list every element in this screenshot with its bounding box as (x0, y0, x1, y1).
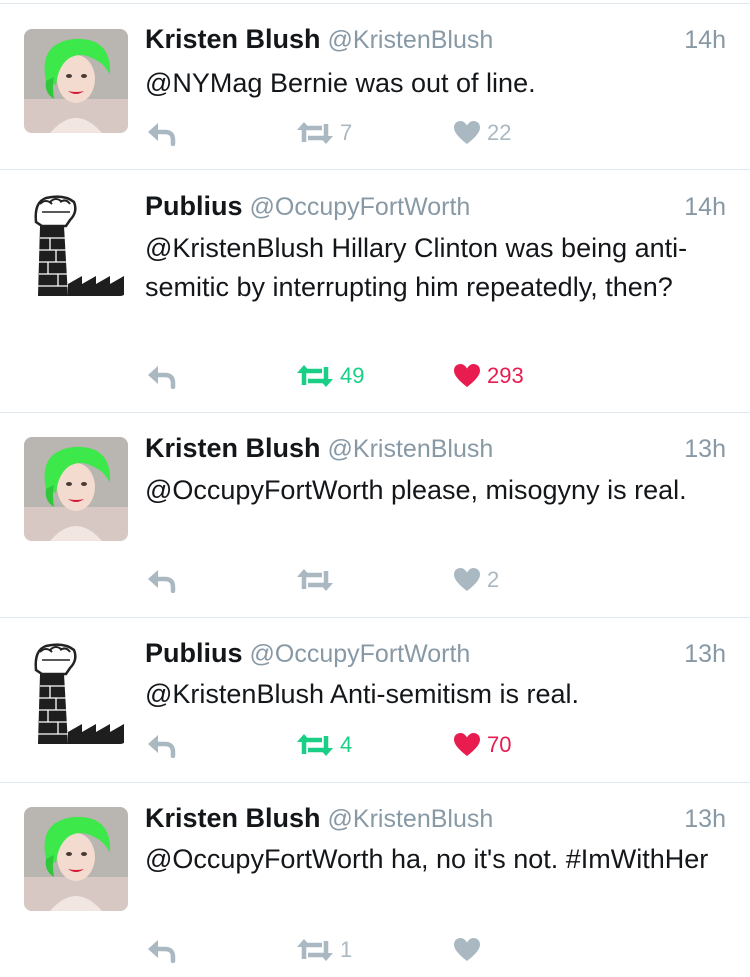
heart-icon (454, 364, 480, 387)
heart-icon (454, 938, 480, 961)
tweet-text: @KristenBlush Hillary Clinton was being … (145, 233, 688, 302)
tweet-actions: 2 (145, 565, 705, 595)
display-name[interactable]: Publius (145, 638, 243, 668)
retweet-icon (297, 939, 333, 961)
heart-icon (454, 121, 480, 144)
tweet-actions: 49 293 (145, 361, 705, 391)
tweet[interactable]: Kristen Blush @KristenBlush 14h @NYMag Be… (0, 4, 750, 170)
heart-icon (454, 568, 480, 591)
display-name[interactable]: Kristen Blush (145, 803, 321, 833)
retweet-button[interactable]: 7 (296, 118, 352, 148)
retweet-button[interactable]: 4 (296, 730, 352, 760)
timestamp[interactable]: 13h (684, 435, 726, 464)
tweet[interactable]: Kristen Blush @KristenBlush 13h @OccupyFo… (0, 783, 750, 977)
like-button[interactable]: 70 (453, 730, 511, 760)
reply-icon (148, 735, 176, 758)
tweet-header: Kristen Blush @KristenBlush 13h (145, 803, 726, 837)
retweet-icon (297, 365, 333, 387)
tweet-text: @OccupyFortWorth please, misogyny is rea… (145, 475, 687, 505)
tweet-timeline: Kristen Blush @KristenBlush 14h @NYMag Be… (0, 0, 750, 977)
username[interactable]: @OccupyFortWorth (250, 193, 471, 221)
tweet-header: Kristen Blush @KristenBlush 13h (145, 433, 726, 467)
tweet[interactable]: Publius @OccupyFortWorth 13h @KristenBlus… (0, 618, 750, 783)
display-name[interactable]: Kristen Blush (145, 433, 321, 463)
tweet-header: Publius @OccupyFortWorth 13h (145, 638, 726, 672)
retweet-icon (297, 122, 333, 144)
timestamp[interactable]: 14h (684, 26, 726, 55)
like-button[interactable] (453, 935, 487, 965)
reply-button[interactable] (145, 118, 177, 148)
reply-button[interactable] (145, 361, 177, 391)
like-button[interactable]: 22 (453, 118, 511, 148)
avatar[interactable] (24, 192, 128, 296)
tweet[interactable]: Kristen Blush @KristenBlush 13h @OccupyFo… (0, 413, 750, 618)
tweet-header: Publius @OccupyFortWorth 14h (145, 191, 726, 225)
green-hair-woman-icon (24, 807, 128, 911)
tweet-header: Kristen Blush @KristenBlush 14h (145, 24, 726, 58)
tweet-actions: 1 (145, 935, 705, 965)
retweet-count: 7 (340, 120, 353, 145)
like-count: 22 (487, 120, 512, 145)
tweet[interactable]: Publius @OccupyFortWorth 14h @KristenBlus… (0, 170, 750, 413)
retweet-icon (297, 569, 333, 591)
avatar[interactable] (24, 437, 128, 541)
username[interactable]: @KristenBlush (328, 435, 494, 463)
timestamp[interactable]: 13h (684, 805, 726, 834)
reply-button[interactable] (145, 730, 177, 760)
fist-factory-icon (24, 640, 128, 744)
username[interactable]: @OccupyFortWorth (250, 640, 471, 668)
retweet-count: 1 (340, 937, 353, 962)
avatar[interactable] (24, 29, 128, 133)
retweet-button[interactable]: 1 (296, 935, 352, 965)
like-count: 70 (487, 732, 512, 757)
green-hair-woman-icon (24, 437, 128, 541)
tweet-actions: 4 70 (145, 730, 705, 760)
like-button[interactable]: 2 (453, 565, 499, 595)
tweet-text: @NYMag Bernie was out of line. (145, 68, 536, 98)
display-name[interactable]: Publius (145, 191, 243, 221)
avatar[interactable] (24, 807, 128, 911)
timestamp[interactable]: 13h (684, 640, 726, 669)
like-count: 2 (487, 567, 500, 592)
like-button[interactable]: 293 (453, 361, 524, 391)
reply-icon (148, 570, 176, 593)
username[interactable]: @KristenBlush (328, 26, 494, 54)
retweet-button[interactable] (296, 565, 340, 595)
heart-icon (454, 733, 480, 756)
avatar[interactable] (24, 640, 128, 744)
reply-icon (148, 940, 176, 963)
reply-button[interactable] (145, 565, 177, 595)
reply-icon (148, 366, 176, 389)
fist-factory-icon (24, 192, 128, 296)
tweet-text: @KristenBlush Anti-semitism is real. (145, 679, 580, 709)
reply-button[interactable] (145, 935, 177, 965)
retweet-count: 4 (340, 732, 353, 757)
display-name[interactable]: Kristen Blush (145, 24, 321, 54)
tweet-text: @OccupyFortWorth ha, no it's not. #ImWit… (145, 844, 709, 874)
retweet-count: 49 (340, 363, 365, 388)
green-hair-woman-icon (24, 29, 128, 133)
tweet-actions: 7 22 (145, 118, 705, 148)
retweet-icon (297, 734, 333, 756)
reply-icon (148, 123, 176, 146)
like-count: 293 (487, 363, 524, 388)
username[interactable]: @KristenBlush (328, 805, 494, 833)
timestamp[interactable]: 14h (684, 193, 726, 222)
retweet-button[interactable]: 49 (296, 361, 364, 391)
